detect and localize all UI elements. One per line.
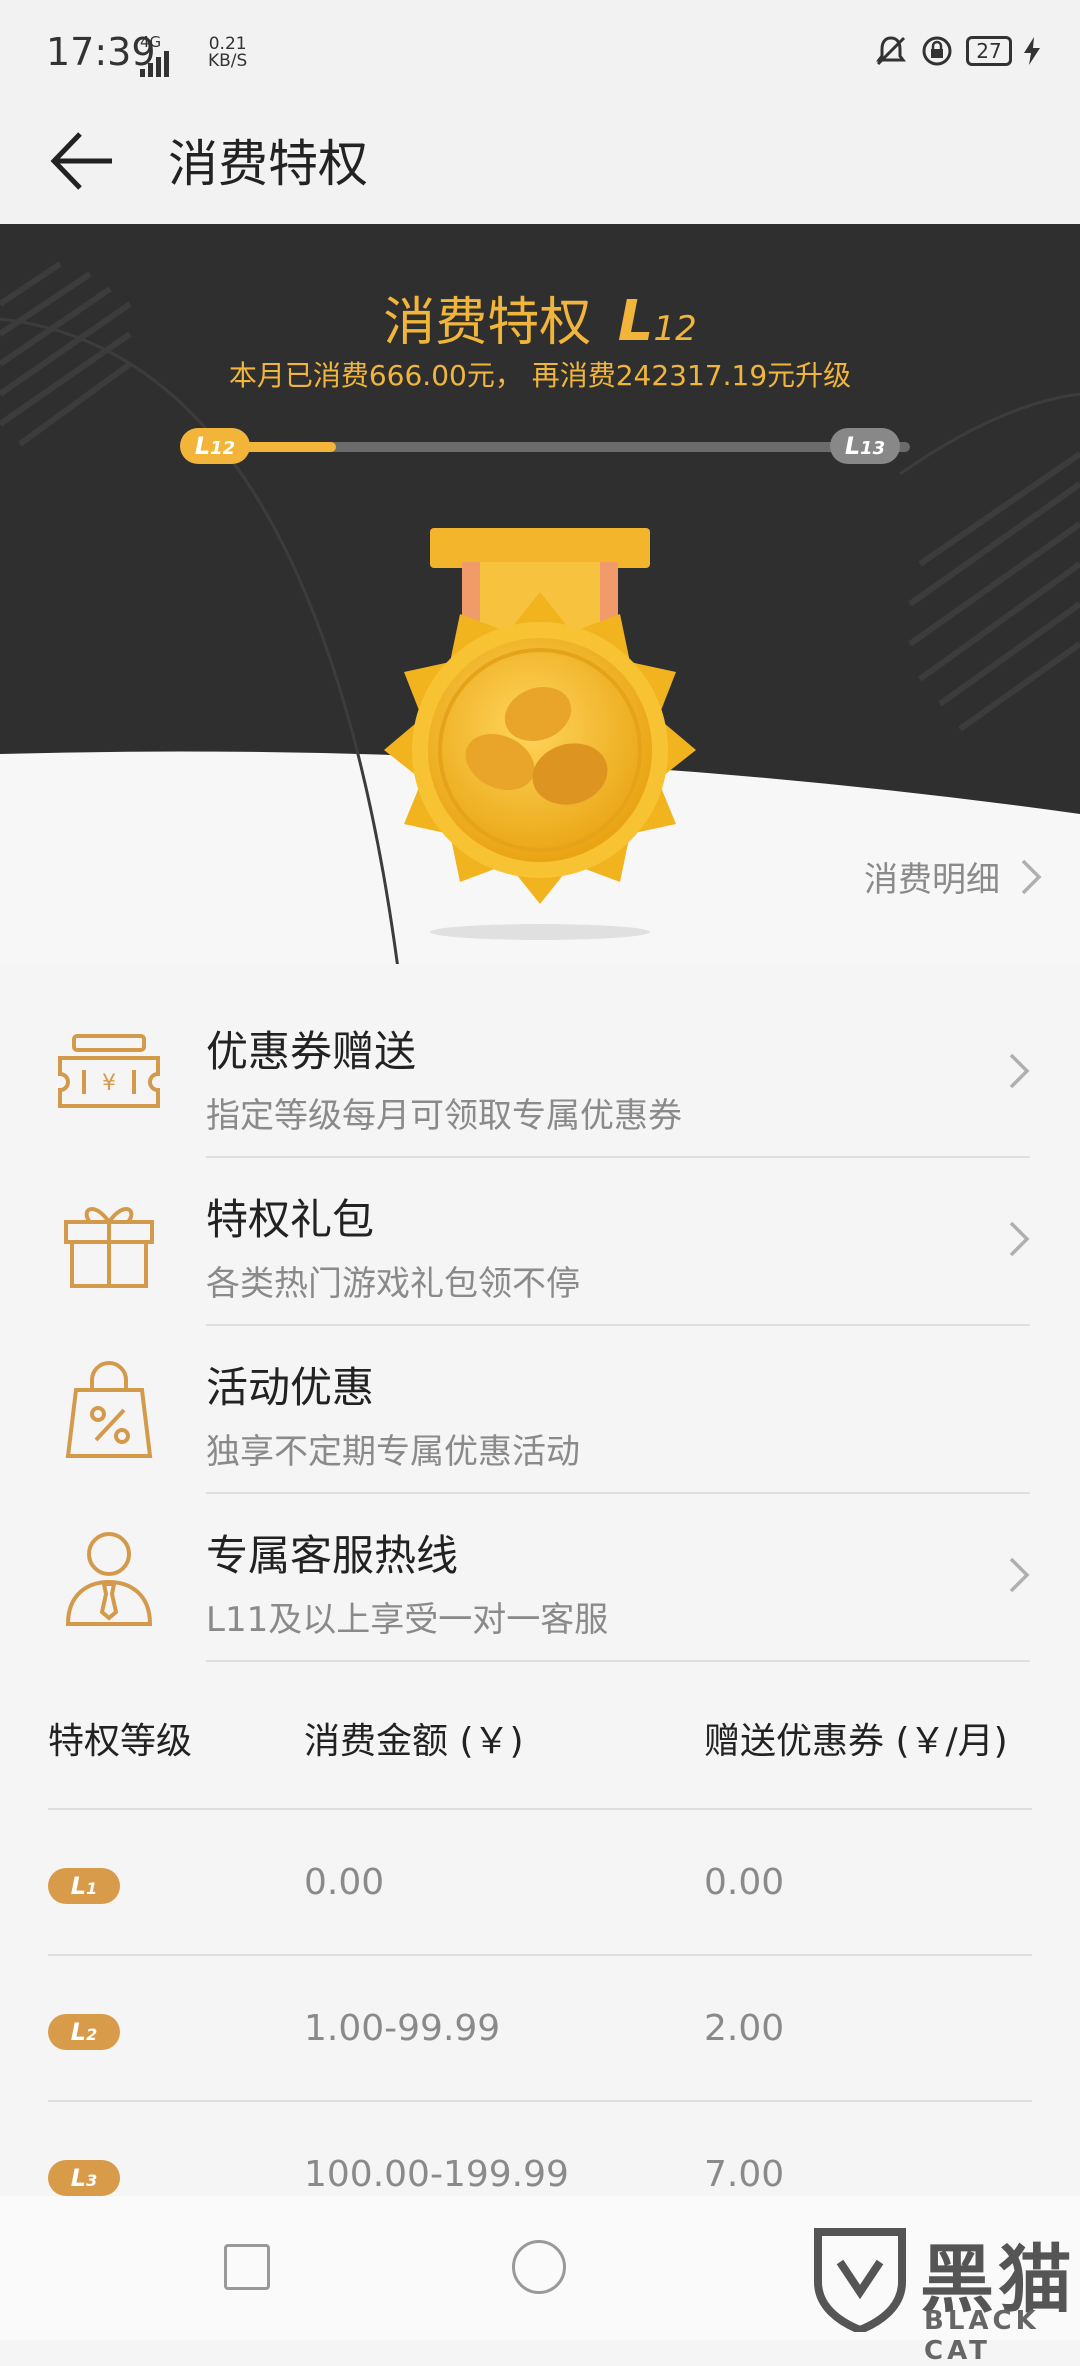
privilege-desc: 各类热门游戏礼包领不停 (206, 1264, 580, 1304)
badge-number: 3 (86, 2171, 98, 2190)
speed-unit: KB/S (208, 51, 248, 71)
svg-text:¥: ¥ (102, 1071, 116, 1096)
status-icons: 27 (874, 34, 1040, 68)
level-badge: L1 (48, 1868, 120, 1904)
coupon-cell: 7.00 (704, 2154, 785, 2195)
divider (206, 1660, 1030, 1662)
column-header-amount: 消费金额 (￥) (304, 1721, 524, 1762)
network-label: 4G (140, 33, 162, 51)
level-title: 消费特权 L12 (0, 280, 1080, 355)
rotation-lock-icon (922, 36, 952, 66)
consumption-detail-link[interactable]: 消费明细 (864, 852, 1042, 901)
table-row: L2 1.00-99.99 2.00 (48, 1956, 1032, 2102)
level-prefix: L (617, 289, 654, 354)
customer-service-icon (65, 1532, 153, 1626)
level-progress-bar: L12 L13 (180, 428, 940, 464)
chevron-right-icon (1021, 859, 1042, 894)
status-bar: 17:39 4G 0.21 KB/S 27 (0, 0, 1080, 108)
privilege-title: 特权礼包 (206, 1195, 375, 1244)
shopping-bag-percent-icon (65, 1361, 153, 1458)
coupon-icon: ¥ (58, 1034, 160, 1108)
current-level-badge: L12 (618, 289, 697, 354)
back-arrow-icon[interactable] (48, 126, 118, 196)
privilege-item-coupon[interactable]: ¥ 优惠券赠送 指定等级每月可领取专属优惠券 (0, 990, 1080, 1158)
signal-icon (140, 51, 169, 77)
level-hero: 消费特权 L12 本月已消费666.00元， 再消费242317.19元升级 L… (0, 224, 1080, 964)
chip-prefix: L (844, 432, 861, 460)
charging-icon (1024, 37, 1040, 65)
battery-indicator: 27 (966, 36, 1012, 66)
column-header-level: 特权等级 (48, 1721, 193, 1762)
page-title: 消费特权 (168, 135, 368, 193)
chip-prefix: L (194, 432, 211, 460)
recents-button[interactable] (224, 2244, 270, 2290)
medal-icon (384, 528, 696, 940)
privilege-item-activity[interactable]: 活动优惠 独享不定期专属优惠活动 (0, 1326, 1080, 1494)
app-bar: 消费特权 (0, 108, 1080, 224)
current-level-chip: L12 (180, 428, 250, 464)
network-speed: 0.21 KB/S (208, 36, 247, 70)
mute-bell-icon (876, 36, 906, 66)
system-nav-bar (0, 2196, 1080, 2340)
coupon-cell: 0.00 (704, 1862, 785, 1903)
badge-prefix: L (70, 2018, 87, 2046)
level-number: 12 (653, 309, 697, 349)
network-indicator: 4G (140, 34, 170, 77)
amount-cell: 1.00-99.99 (304, 2008, 501, 2049)
level-title-text: 消费特权 (383, 293, 592, 353)
level-table: 特权等级 消费金额 (￥) 赠送优惠券 (￥/月) L1 0.00 0.00 L… (0, 1664, 1080, 2248)
privilege-list: ¥ 优惠券赠送 指定等级每月可领取专属优惠券 特权礼包 各类热门游戏礼包领不停 (0, 990, 1080, 1662)
privilege-item-gift-pack[interactable]: 特权礼包 各类热门游戏礼包领不停 (0, 1158, 1080, 1326)
consumption-summary: 本月已消费666.00元， 再消费242317.19元升级 (228, 359, 852, 392)
coupon-cell: 2.00 (704, 2008, 785, 2049)
badge-prefix: L (70, 2164, 87, 2192)
privilege-desc: 指定等级每月可领取专属优惠券 (206, 1096, 682, 1136)
chevron-right-icon (1009, 1557, 1030, 1593)
privilege-item-customer-service[interactable]: 专属客服热线 L11及以上享受一对一客服 (0, 1494, 1080, 1662)
chevron-right-icon (1009, 1221, 1030, 1257)
badge-number: 2 (86, 2025, 98, 2044)
amount-cell: 100.00-199.99 (304, 2154, 569, 2195)
table-header: 特权等级 消费金额 (￥) 赠送优惠券 (￥/月) (48, 1664, 1032, 1810)
privilege-title: 优惠券赠送 (206, 1027, 417, 1076)
level-badge: L3 (48, 2160, 120, 2196)
privilege-desc: 独享不定期专属优惠活动 (206, 1432, 580, 1472)
privilege-title: 活动优惠 (206, 1363, 375, 1412)
privilege-title: 专属客服热线 (206, 1531, 459, 1580)
chevron-right-icon (1009, 1053, 1030, 1089)
badge-number: 1 (86, 1879, 98, 1898)
privilege-desc: L11及以上享受一对一客服 (206, 1600, 609, 1640)
home-button[interactable] (512, 2240, 566, 2294)
column-header-coupon: 赠送优惠券 (￥/月) (704, 1721, 1008, 1762)
badge-prefix: L (70, 1872, 87, 1900)
amount-cell: 0.00 (304, 1862, 385, 1903)
table-row: L1 0.00 0.00 (48, 1810, 1032, 1956)
detail-link-label: 消费明细 (864, 860, 1000, 900)
gift-icon (64, 1207, 154, 1288)
watermark-subtext: BLACK CAT (924, 2306, 1040, 2366)
level-badge: L2 (48, 2014, 120, 2050)
next-level-chip: L13 (830, 428, 900, 464)
black-cat-logo-icon (814, 2228, 906, 2332)
chip-number: 13 (860, 438, 886, 459)
chip-number: 12 (210, 438, 236, 459)
